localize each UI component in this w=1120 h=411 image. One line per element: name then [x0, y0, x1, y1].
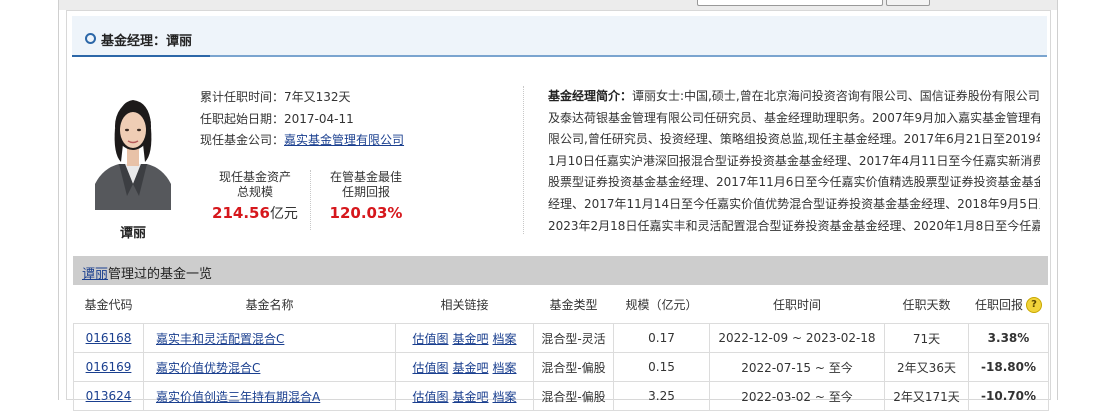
forum-link[interactable]: 基金吧: [452, 390, 488, 404]
cell-type: 混合型-偏股: [533, 352, 614, 382]
company-link[interactable]: 嘉实基金管理有限公司: [284, 133, 404, 147]
col-header-code: 基金代码: [73, 286, 144, 324]
archive-link[interactable]: 档案: [493, 390, 517, 404]
cell-name: 嘉实价值创造三年持有期混合A: [143, 381, 396, 411]
bio-line: 股票型证券投资基金基金经理、2017年11月6日至今任嘉实价值精选股票型证券投资…: [548, 175, 1040, 190]
chart-link[interactable]: 估值图: [412, 332, 448, 346]
manager-photo: [95, 88, 171, 210]
search-input[interactable]: [697, 0, 883, 6]
total-assets-stat: 现任基金资产 总规模 214.56亿元: [205, 170, 305, 222]
forum-link[interactable]: 基金吧: [452, 332, 488, 346]
best-return-label-2: 任期回报: [341, 185, 390, 199]
start-date-label: 任职起始日期：: [200, 112, 285, 126]
fund-name-link[interactable]: 嘉实价值优势混合C: [156, 361, 260, 375]
col-header-return-label: 任职回报: [974, 297, 1023, 312]
best-return-value: 120.03%: [329, 204, 403, 222]
fund-list-title-suffix: 管理过的基金一览: [108, 267, 213, 282]
title-underline: [72, 55, 210, 57]
chart-link[interactable]: 估值图: [412, 361, 448, 375]
cell-size: 0.15: [613, 352, 710, 382]
bio-label: 基金经理简介：: [548, 89, 633, 103]
fund-code-link[interactable]: 016169: [86, 360, 132, 374]
search-button[interactable]: [886, 0, 930, 6]
cell-name: 嘉实价值优势混合C: [143, 352, 396, 382]
bio-line: 基金经理简介：谭丽女士:中国,硕士,曾在北京海问投资咨询有限公司、国信证券股份有…: [548, 86, 1040, 108]
cell-period: 2022-03-02 ~ 至今: [709, 381, 885, 411]
start-date-value: 2017-04-11: [284, 112, 354, 126]
total-assets-unit: 亿元: [269, 206, 298, 222]
total-assets-label-1: 现任基金资产: [218, 170, 291, 184]
section-title-bar: 基金经理：谭丽: [72, 16, 1047, 57]
cell-links: 估值图 基金吧 档案: [395, 352, 534, 382]
bio-line: 1月10日任嘉实沪港深回报混合型证券投资基金基金经理、2017年4月11日至今任…: [548, 153, 1040, 168]
cell-type: 混合型-灵活: [533, 323, 614, 353]
col-header-days: 任职天数: [884, 286, 969, 324]
total-assets-label-2: 总规模: [236, 185, 273, 199]
cell-return: 3.38%: [968, 323, 1049, 353]
cell-links: 估值图 基金吧 档案: [395, 323, 534, 353]
tenure-line: 累计任职时间：7年又132天: [200, 88, 351, 105]
cell-period: 2022-12-09 ~ 2023-02-18: [709, 323, 885, 353]
table-row: 016168 嘉实丰和灵活配置混合C 估值图 基金吧 档案 混合型-灵活 0.17 …: [73, 323, 1049, 353]
col-header-links: 相关链接: [395, 286, 534, 324]
col-header-type: 基金类型: [533, 286, 614, 324]
table-row: 013624 嘉实价值创造三年持有期混合A 估值图 基金吧 档案 混合型-偏股 3.…: [73, 381, 1049, 411]
question-icon[interactable]: ?: [1026, 297, 1042, 314]
cell-type: 混合型-偏股: [533, 381, 614, 411]
cell-name: 嘉实丰和灵活配置混合C: [143, 323, 396, 353]
table-header-row: 基金代码 基金名称 相关链接 基金类型 规模（亿元） 任职时间 任职天数 任职回…: [73, 286, 1049, 324]
cell-return: -18.80%: [968, 352, 1049, 382]
cell-return: -10.70%: [968, 381, 1049, 411]
bio-line: 及泰达荷银基金管理有限公司任研究员、基金经理助理职务。2007年9月加入嘉实基金…: [548, 110, 1040, 125]
fund-code-link[interactable]: 016168: [86, 331, 132, 345]
best-return-label-1: 在管基金最佳: [329, 170, 402, 184]
cell-size: 3.25: [613, 381, 710, 411]
fund-table: 基金代码 基金名称 相关链接 基金类型 规模（亿元） 任职时间 任职天数 任职回…: [73, 286, 1049, 411]
fund-code-link[interactable]: 013624: [86, 389, 132, 403]
best-return-stat: 在管基金最佳 任期回报 120.03%: [316, 170, 416, 221]
tenure-label: 累计任职时间：: [200, 90, 285, 104]
cell-days: 2年又36天: [884, 352, 969, 382]
forum-link[interactable]: 基金吧: [452, 361, 488, 375]
cell-days: 71天: [884, 323, 969, 353]
bio-line: 经理、2017年11月14日至今任嘉实价值优势混合型证券投资基金基金经理、201…: [548, 196, 1040, 211]
col-header-size: 规模（亿元）: [613, 286, 710, 324]
fund-list-header: 谭丽管理过的基金一览: [73, 256, 1048, 285]
chart-link[interactable]: 估值图: [412, 390, 448, 404]
table-row: 016169 嘉实价值优势混合C 估值图 基金吧 档案 混合型-偏股 0.15 20…: [73, 352, 1049, 382]
total-assets-value: 214.56: [212, 204, 270, 222]
archive-link[interactable]: 档案: [493, 332, 517, 346]
total-assets-value-wrap: 214.56亿元: [205, 206, 305, 222]
col-header-return: 任职回报?: [968, 286, 1049, 324]
cell-code: 016169: [73, 352, 144, 382]
bio-text: 谭丽女士:中国,硕士,曾在北京海问投资咨询有限公司、国信证券股份有限公司: [632, 89, 1040, 103]
cell-code: 016168: [73, 323, 144, 353]
company-line: 现任基金公司：嘉实基金管理有限公司: [200, 131, 404, 148]
cell-size: 0.17: [613, 323, 710, 353]
manager-name: 谭丽: [119, 226, 146, 241]
start-date-line: 任职起始日期：2017-04-11: [200, 110, 354, 127]
archive-link[interactable]: 档案: [493, 361, 517, 375]
circle-bullet-icon: [85, 33, 96, 44]
fund-name-link[interactable]: 嘉实丰和灵活配置混合C: [156, 332, 284, 346]
section-title: 基金经理：谭丽: [101, 34, 193, 49]
cell-days: 2年又171天: [884, 381, 969, 411]
bio-line: 限公司,曾任研究员、投资经理、策略组投资总监,现任主基金经理。2017年6月21…: [548, 132, 1040, 147]
cell-links: 估值图 基金吧 档案: [395, 381, 534, 411]
company-label: 现任基金公司：: [200, 133, 285, 147]
bio-line: 2023年2月18日任嘉实丰和灵活配置混合型证券投资基金基金经理、2020年1月…: [548, 218, 1040, 233]
stat-divider: [310, 170, 311, 230]
manager-name-link[interactable]: 谭丽: [82, 267, 108, 282]
manager-bio: 基金经理简介：谭丽女士:中国,硕士,曾在北京海问投资咨询有限公司、国信证券股份有…: [548, 86, 1040, 234]
cell-period: 2022-07-15 ~ 至今: [709, 352, 885, 382]
bio-divider: [523, 86, 524, 234]
cell-code: 013624: [73, 381, 144, 411]
col-header-name: 基金名称: [143, 286, 396, 324]
tenure-value: 7年又132天: [284, 90, 351, 104]
fund-name-link[interactable]: 嘉实价值创造三年持有期混合A: [156, 390, 320, 404]
col-header-period: 任职时间: [709, 286, 885, 324]
fund-list-title: 谭丽管理过的基金一览: [82, 263, 212, 282]
